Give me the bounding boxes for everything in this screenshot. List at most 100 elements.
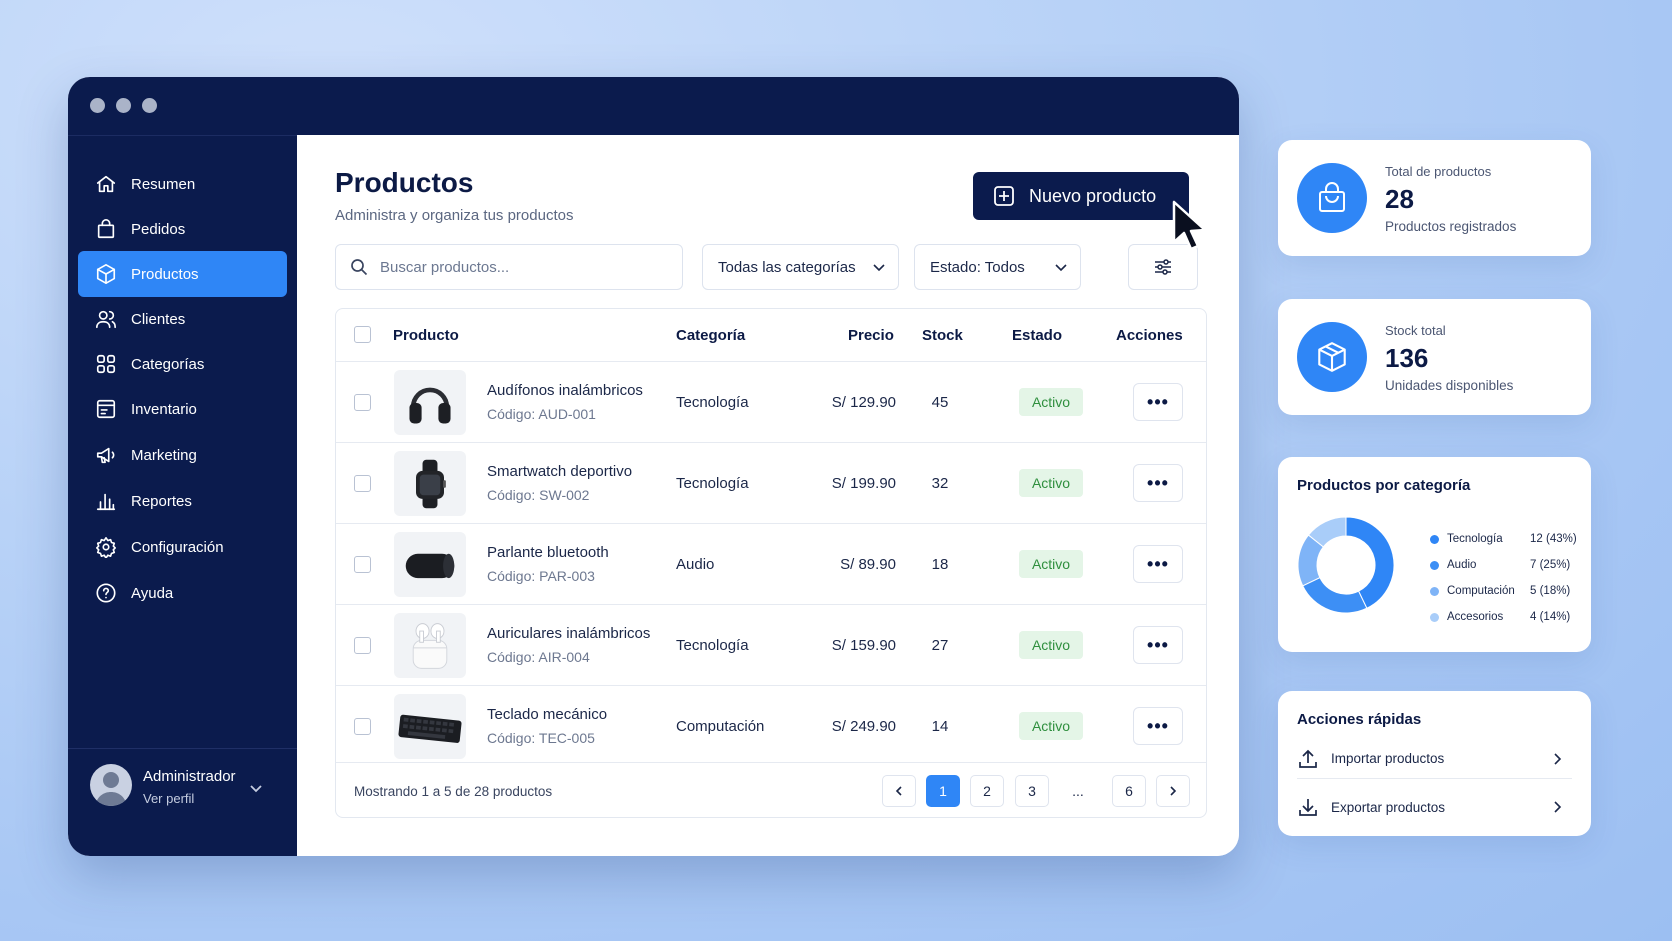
sidebar-item-configuracion[interactable]: Configuración bbox=[78, 524, 287, 570]
product-price: S/ 159.90 bbox=[831, 637, 896, 654]
chart-title: Productos por categoría bbox=[1297, 477, 1471, 494]
sidebar-item-ayuda[interactable]: Ayuda bbox=[78, 570, 287, 616]
sidebar-item-label: Productos bbox=[131, 265, 199, 283]
legend-dot bbox=[1430, 534, 1439, 544]
more-actions-button[interactable]: ••• bbox=[1133, 383, 1183, 421]
legend-label: Audio bbox=[1447, 559, 1477, 571]
table-row[interactable]: Auriculares inalámbricos Código: AIR-004… bbox=[336, 604, 1206, 685]
row-checkbox[interactable] bbox=[354, 556, 371, 573]
product-category: Tecnología bbox=[676, 394, 749, 411]
legend-item: Computación bbox=[1430, 585, 1515, 597]
table-row[interactable]: Audífonos inalámbricos Código: AUD-001 T… bbox=[336, 361, 1206, 442]
status-badge: Activo bbox=[1019, 388, 1083, 416]
prev-page-button[interactable] bbox=[882, 775, 916, 807]
legend-value: 4 (14%) bbox=[1530, 611, 1571, 623]
window-dot-close[interactable] bbox=[90, 98, 105, 113]
status-select[interactable]: Estado: Todos bbox=[914, 244, 1081, 290]
search-input[interactable]: Buscar productos... bbox=[335, 244, 683, 290]
table-row[interactable]: Teclado mecánico Código: TEC-005 Computa… bbox=[336, 685, 1206, 766]
sliders-icon bbox=[1155, 259, 1171, 275]
row-checkbox[interactable] bbox=[354, 718, 371, 735]
product-category: Tecnología bbox=[676, 637, 749, 654]
home-icon bbox=[93, 171, 119, 197]
sidebar-item-categorias[interactable]: Categorías bbox=[78, 341, 287, 387]
product-image-keyboard bbox=[394, 694, 466, 759]
megaphone-icon bbox=[93, 442, 119, 468]
header-status[interactable]: Estado bbox=[1012, 327, 1062, 344]
sidebar-item-label: Marketing bbox=[131, 446, 197, 464]
page-button-3[interactable]: 3 bbox=[1015, 775, 1049, 807]
window-dot-maximize[interactable] bbox=[142, 98, 157, 113]
page-button-6[interactable]: 6 bbox=[1112, 775, 1146, 807]
page-button-1[interactable]: 1 bbox=[926, 775, 960, 807]
pagination-summary: Mostrando 1 a 5 de 28 productos bbox=[354, 784, 553, 799]
more-actions-button[interactable]: ••• bbox=[1133, 707, 1183, 745]
status-badge: Activo bbox=[1019, 631, 1083, 659]
sidebar-item-pedidos[interactable]: Pedidos bbox=[78, 206, 287, 252]
product-image-smartwatch bbox=[394, 451, 466, 516]
profile-name[interactable]: Administrador bbox=[143, 768, 236, 785]
inventory-icon bbox=[93, 396, 119, 422]
sidebar-item-label: Categorías bbox=[131, 355, 205, 373]
header-stock[interactable]: Stock bbox=[922, 327, 963, 344]
header-price[interactable]: Precio bbox=[848, 327, 894, 344]
donut-segment-1 bbox=[1302, 576, 1368, 614]
users-icon bbox=[93, 306, 119, 332]
search-placeholder: Buscar productos... bbox=[380, 258, 510, 276]
product-stock: 18 bbox=[931, 556, 949, 573]
more-actions-button[interactable]: ••• bbox=[1133, 545, 1183, 583]
sidebar: Resumen Pedidos Productos Clientes Categ… bbox=[68, 135, 297, 856]
product-code: Código: PAR-003 bbox=[487, 568, 595, 584]
sidebar-item-productos[interactable]: Productos bbox=[78, 251, 287, 297]
category-select[interactable]: Todas las categorías bbox=[702, 244, 899, 290]
row-checkbox[interactable] bbox=[354, 475, 371, 492]
legend-value: 7 (25%) bbox=[1530, 559, 1571, 571]
header-actions: Acciones bbox=[1116, 327, 1183, 344]
export-products-button[interactable]: Exportar productos bbox=[1297, 787, 1572, 827]
row-checkbox[interactable] bbox=[354, 394, 371, 411]
sidebar-item-clientes[interactable]: Clientes bbox=[78, 296, 287, 342]
page-button-2[interactable]: 2 bbox=[970, 775, 1004, 807]
quick-actions-card: Acciones rápidas Importar productos Expo… bbox=[1278, 691, 1591, 836]
total-products-card: Total de productos 28 Productos registra… bbox=[1278, 140, 1591, 256]
product-price: S/ 249.90 bbox=[831, 718, 896, 735]
stat-label: Stock total bbox=[1385, 323, 1446, 338]
legend-value: 12 (43%) bbox=[1530, 533, 1577, 545]
product-price: S/ 199.90 bbox=[831, 475, 896, 492]
profile-link[interactable]: Ver perfil bbox=[143, 791, 194, 806]
sidebar-item-label: Reportes bbox=[131, 492, 192, 510]
product-price: S/ 89.90 bbox=[840, 556, 896, 573]
avatar[interactable] bbox=[90, 764, 132, 806]
select-all-checkbox[interactable] bbox=[354, 326, 371, 343]
gear-icon bbox=[93, 534, 119, 560]
row-checkbox[interactable] bbox=[354, 637, 371, 654]
sidebar-item-resumen[interactable]: Resumen bbox=[78, 161, 287, 207]
sidebar-item-inventario[interactable]: Inventario bbox=[78, 386, 287, 432]
import-products-button[interactable]: Importar productos bbox=[1297, 739, 1572, 779]
table-row[interactable]: Smartwatch deportivo Código: SW-002 Tecn… bbox=[336, 442, 1206, 523]
header-product[interactable]: Producto bbox=[393, 327, 459, 344]
sidebar-item-label: Resumen bbox=[131, 175, 196, 193]
new-product-button[interactable]: Nuevo producto bbox=[973, 172, 1189, 220]
sidebar-item-marketing[interactable]: Marketing bbox=[78, 432, 287, 478]
sidebar-item-label: Pedidos bbox=[131, 220, 186, 238]
table-row[interactable]: Parlante bluetooth Código: PAR-003 Audio… bbox=[336, 523, 1206, 604]
search-icon bbox=[351, 259, 368, 276]
product-name: Audífonos inalámbricos bbox=[487, 382, 643, 399]
download-icon bbox=[1299, 799, 1317, 816]
page-ellipsis: ... bbox=[1072, 783, 1084, 799]
import-products-label: Importar productos bbox=[1331, 751, 1445, 766]
header-category[interactable]: Categoría bbox=[676, 327, 745, 344]
sidebar-item-reportes[interactable]: Reportes bbox=[78, 478, 287, 524]
window-dot-minimize[interactable] bbox=[116, 98, 131, 113]
product-image-speaker bbox=[394, 532, 466, 597]
more-actions-button[interactable]: ••• bbox=[1133, 626, 1183, 664]
legend-item: Tecnología bbox=[1430, 533, 1503, 545]
next-page-button[interactable] bbox=[1156, 775, 1190, 807]
category-chart-card: Productos por categoría Tecnología 12 (4… bbox=[1278, 457, 1591, 652]
more-actions-button[interactable]: ••• bbox=[1133, 464, 1183, 502]
stat-subtitle: Productos registrados bbox=[1385, 219, 1517, 234]
mouse-cursor-icon bbox=[1172, 200, 1207, 251]
chevron-down-icon[interactable] bbox=[248, 780, 264, 796]
product-category: Computación bbox=[676, 718, 765, 735]
